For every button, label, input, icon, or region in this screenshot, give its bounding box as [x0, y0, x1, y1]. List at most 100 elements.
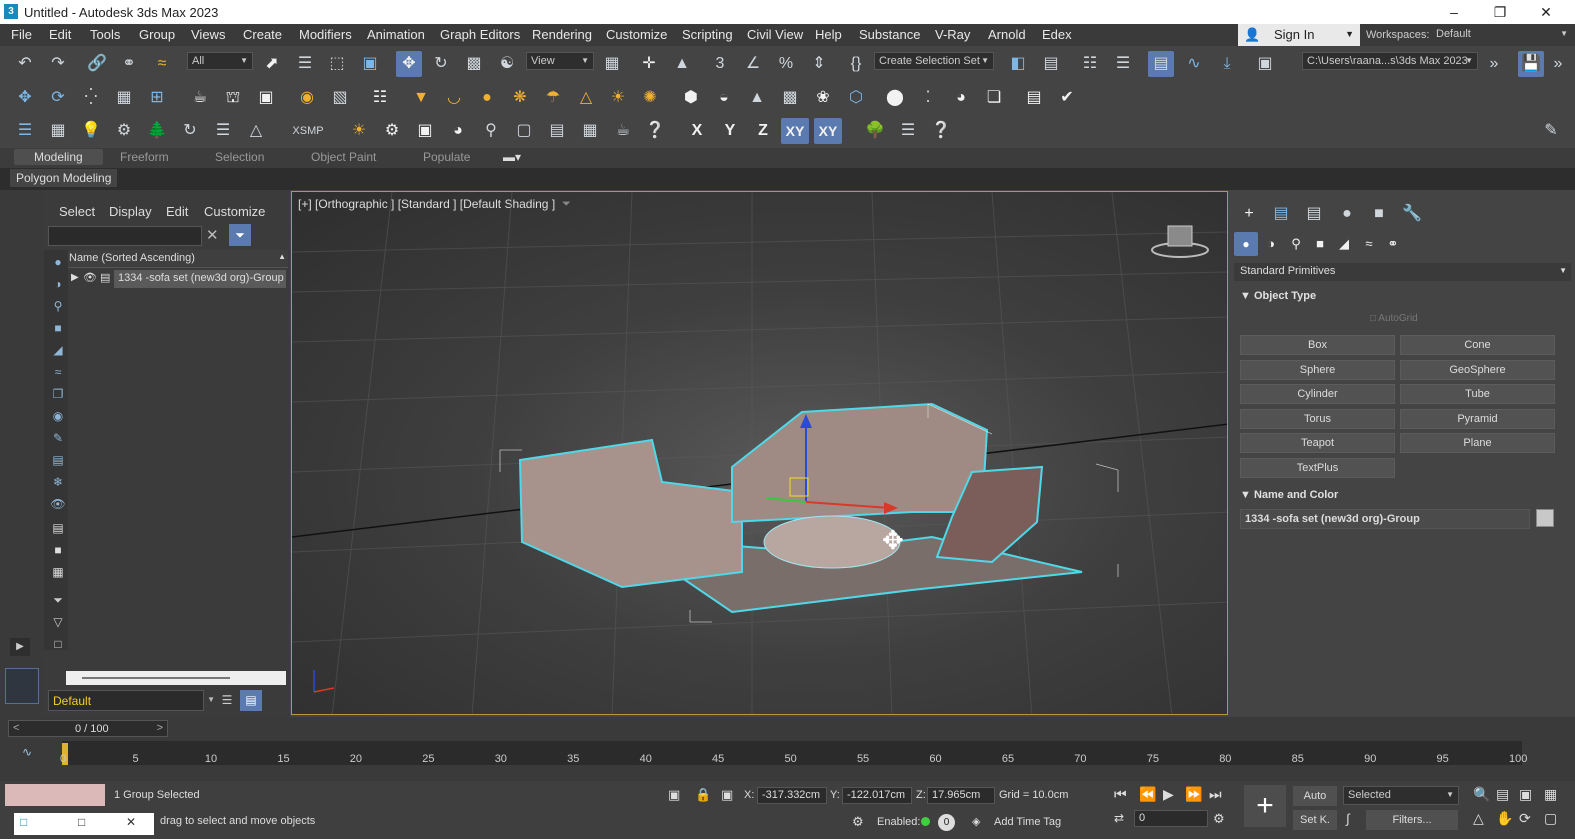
menu-help[interactable]: Help [815, 27, 842, 42]
undo-icon[interactable]: ↶ [12, 51, 38, 77]
menu-views[interactable]: Views [191, 27, 225, 42]
select-by-name-icon[interactable]: ☰ [292, 51, 318, 77]
menu-customize[interactable]: Customize [606, 27, 667, 42]
curve-editor-icon[interactable]: ∿ [1181, 51, 1207, 77]
close-icon[interactable]: ✕ [126, 815, 136, 829]
object-name-field[interactable]: 1334 -sofa set (new3d org)-Group [1240, 509, 1530, 529]
vray-logo-icon[interactable]: ✔ [1054, 85, 1080, 111]
play-icon[interactable]: ▶ [1163, 786, 1174, 803]
rotate-view-icon[interactable]: ⟳ [45, 85, 71, 111]
maximize-viewport-icon[interactable]: ▢ [1544, 810, 1557, 827]
funnel-icon[interactable]: ⏷ [50, 592, 66, 608]
xref-filter-icon[interactable]: ◉ [50, 408, 66, 424]
funnel-outline-icon[interactable]: ▽ [50, 614, 66, 630]
proxy-icon[interactable]: ⬢ [678, 85, 704, 111]
tab-populate[interactable]: Populate [423, 150, 470, 164]
maxscript-listener[interactable] [5, 784, 105, 806]
help-circle-icon[interactable]: ❔ [928, 118, 954, 144]
time-tag-icon[interactable]: ◈ [972, 815, 980, 828]
geometry-category-icon[interactable]: ● [1234, 232, 1258, 256]
horizontal-scrollbar[interactable] [66, 671, 286, 685]
go-to-end-icon[interactable]: ⏭ [1209, 786, 1222, 803]
material-sphere-icon[interactable]: ⬤ [882, 85, 908, 111]
menu-arnold[interactable]: Arnold [988, 27, 1026, 42]
time-slider[interactable]: < 0 / 100 > [8, 720, 168, 737]
plane-icon[interactable]: ▲ [744, 85, 770, 111]
snaps-toggle-icon[interactable]: 3 [707, 51, 733, 77]
sun-icon[interactable]: ☀ [605, 85, 631, 111]
object-color-swatch[interactable] [1536, 509, 1554, 527]
toggle-ribbon-icon[interactable]: ▤ [1148, 51, 1174, 77]
omni-light-icon[interactable]: ☂ [540, 85, 566, 111]
zoom-icon[interactable]: 🔍 [1473, 786, 1490, 803]
geometry-filter-icon[interactable]: ● [50, 254, 66, 270]
adaptive-degradation-icon[interactable]: ⚙ [852, 814, 864, 830]
toggle-scene-explorer-icon[interactable]: ☷ [1077, 51, 1103, 77]
layers-icon[interactable]: ☰ [216, 690, 238, 711]
overflow-icon[interactable]: » [1481, 51, 1507, 77]
set-key-big-icon[interactable]: + [1244, 785, 1286, 827]
cameras-category-icon[interactable]: ■ [1307, 231, 1333, 257]
lock-selection-icon[interactable]: 🔒 [695, 787, 711, 803]
axis-x-button[interactable]: X [684, 118, 710, 144]
selection-set-icon[interactable]: □ [50, 636, 66, 652]
keyboard-shortcut-override-icon[interactable]: ▲ [669, 51, 695, 77]
hidden-filter-icon[interactable]: 👁 [50, 496, 66, 512]
tab-selection[interactable]: Selection [215, 150, 264, 164]
z-coordinate-field[interactable]: 17.965cm [927, 787, 995, 804]
select-and-rotate-icon[interactable]: ↻ [428, 51, 454, 77]
viewcube[interactable] [1151, 225, 1209, 258]
spinner-snap-icon[interactable]: ⇕ [806, 51, 832, 77]
camera-filter-icon[interactable]: ■ [50, 320, 66, 336]
scene-search-input[interactable] [48, 226, 202, 246]
render-production-icon[interactable]: ◕ [445, 118, 471, 144]
curve-editor-mini-icon[interactable]: ∿ [22, 745, 32, 759]
time-slider-prev-icon[interactable]: < [13, 722, 19, 734]
scene-tree-row[interactable]: ▶ 👁 ▤ 1334 -sofa set (new3d org)-Group [68, 270, 286, 288]
fur-icon[interactable]: ❀ [810, 85, 836, 111]
textplus-button[interactable]: TextPlus [1240, 458, 1395, 478]
pivot-center-icon[interactable]: ▦ [599, 51, 625, 77]
next-frame-icon[interactable]: ⏩ [1185, 786, 1202, 803]
previous-frame-icon[interactable]: ⏪ [1139, 786, 1156, 803]
material-editor-icon[interactable]: ▣ [1252, 51, 1278, 77]
sofa-set-model[interactable] [518, 402, 1083, 614]
spacewarps-category-icon[interactable]: ≈ [1356, 231, 1382, 257]
menu-rendering[interactable]: Rendering [532, 27, 592, 42]
absolute-mode-icon[interactable]: ▣ [721, 787, 733, 803]
rectangular-selection-icon[interactable]: ⬚ [324, 51, 350, 77]
rendered-frame-icon[interactable]: ▣ [412, 118, 438, 144]
align-icon[interactable]: ▤ [1038, 51, 1064, 77]
percent-snap-icon[interactable]: % [773, 51, 799, 77]
help-icon[interactable]: ❔ [642, 118, 668, 144]
cone-button[interactable]: Cone [1400, 335, 1555, 355]
menu-animation[interactable]: Animation [367, 27, 425, 42]
tab-modeling[interactable]: Modeling [14, 149, 103, 165]
key-filter-dropdown[interactable]: Selected ▼ [1343, 786, 1459, 805]
spacewarp-filter-icon[interactable]: ≈ [50, 364, 66, 380]
bake-icon[interactable]: ▦ [111, 85, 137, 111]
project-folder-dropdown[interactable]: C:\Users\raana...s\3ds Max 2023 ▼ [1302, 52, 1478, 70]
axis-xy-cycle-button[interactable]: XY [814, 118, 842, 144]
save-icon[interactable]: 💾 [1518, 51, 1544, 77]
visibility-eye-icon[interactable]: 👁 [83, 271, 97, 284]
refresh-icon[interactable]: ↻ [177, 118, 203, 144]
close-icon[interactable]: ✕ [1523, 0, 1569, 24]
isolate-icon[interactable]: ▣ [668, 787, 680, 803]
viewport-layout-icon[interactable] [5, 668, 39, 704]
spot-light-icon[interactable]: ▼ [408, 85, 434, 111]
workspaces-dropdown[interactable]: Default ▼ [1432, 26, 1572, 44]
sign-in-button[interactable]: 👤 Sign In ▼ [1238, 24, 1360, 46]
select-object-icon[interactable]: ⬈ [259, 51, 285, 77]
material-browser-icon[interactable]: ◕ [948, 85, 974, 111]
volume-grid-icon[interactable]: ▩ [777, 85, 803, 111]
maximize-icon[interactable]: ❐ [1477, 0, 1523, 24]
menu-create[interactable]: Create [243, 27, 282, 42]
menu-edit[interactable]: Edit [49, 27, 71, 42]
selection-filter-dropdown[interactable]: All ▼ [187, 52, 253, 70]
current-frame-field[interactable]: 0 [1134, 810, 1208, 827]
toggle-layer-explorer-icon[interactable]: ☰ [1110, 51, 1136, 77]
go-to-start-icon[interactable]: ⏮ [1114, 786, 1127, 803]
key-tangent-icon[interactable]: ∫ [1346, 811, 1350, 826]
render-icon[interactable]: ☷ [367, 85, 393, 111]
